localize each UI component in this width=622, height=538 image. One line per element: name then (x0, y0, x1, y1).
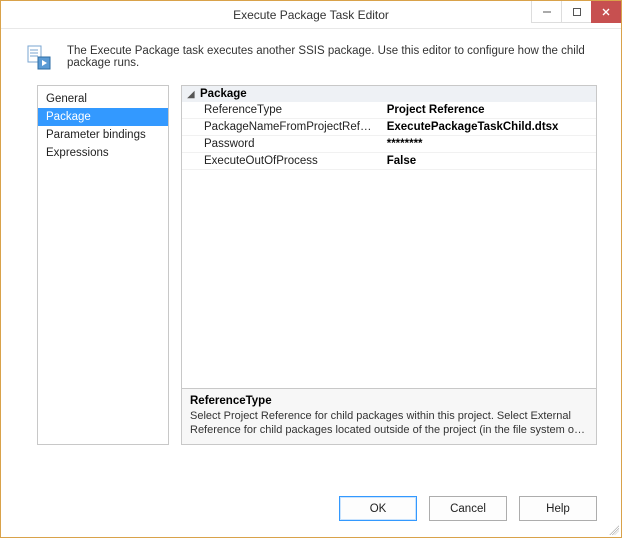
nav-panel: General Package Parameter bindings Expre… (37, 85, 169, 445)
window-title: Execute Package Task Editor (1, 8, 621, 22)
property-name: PackageNameFromProjectReference (182, 119, 381, 136)
property-category-header[interactable]: ◢ Package (182, 86, 596, 102)
nav-item-parameter-bindings[interactable]: Parameter bindings (38, 126, 168, 144)
button-row: OK Cancel Help (1, 478, 621, 537)
maximize-button[interactable] (561, 1, 591, 23)
property-row[interactable]: ReferenceType Project Reference (182, 102, 596, 119)
property-name: ReferenceType (182, 102, 381, 119)
resize-grip[interactable] (607, 523, 619, 535)
property-row[interactable]: PackageNameFromProjectReference ExecuteP… (182, 119, 596, 136)
nav-item-general[interactable]: General (38, 90, 168, 108)
property-row[interactable]: ExecuteOutOfProcess False (182, 153, 596, 170)
nav-item-expressions[interactable]: Expressions (38, 144, 168, 162)
property-name: ExecuteOutOfProcess (182, 153, 381, 170)
property-grid[interactable]: ◢ Package ReferenceType Project Referenc… (181, 85, 597, 389)
close-button[interactable] (591, 1, 621, 23)
collapse-toggle-icon[interactable]: ◢ (186, 89, 196, 100)
header: The Execute Package task executes anothe… (1, 29, 621, 85)
property-value[interactable]: Project Reference (381, 102, 596, 119)
cancel-button[interactable]: Cancel (429, 496, 507, 521)
description-title: ReferenceType (190, 395, 588, 407)
task-icon (25, 43, 53, 71)
property-rows: ReferenceType Project Reference PackageN… (182, 102, 596, 170)
window-controls (531, 1, 621, 23)
minimize-button[interactable] (531, 1, 561, 23)
property-category-label: Package (200, 88, 247, 100)
property-value[interactable]: False (381, 153, 596, 170)
dialog-body: General Package Parameter bindings Expre… (1, 85, 621, 478)
property-value[interactable]: ******** (381, 136, 596, 153)
ok-button[interactable]: OK (339, 496, 417, 521)
dialog-window: Execute Package Task Editor The (0, 0, 622, 538)
property-row[interactable]: Password ******** (182, 136, 596, 153)
property-value[interactable]: ExecutePackageTaskChild.dtsx (381, 119, 596, 136)
property-name: Password (182, 136, 381, 153)
nav-item-package[interactable]: Package (38, 108, 168, 126)
description-panel: ReferenceType Select Project Reference f… (181, 389, 597, 445)
help-button[interactable]: Help (519, 496, 597, 521)
header-description: The Execute Package task executes anothe… (67, 45, 597, 69)
description-text: Select Project Reference for child packa… (190, 409, 588, 437)
titlebar[interactable]: Execute Package Task Editor (1, 1, 621, 29)
right-panel: ◢ Package ReferenceType Project Referenc… (181, 85, 597, 445)
